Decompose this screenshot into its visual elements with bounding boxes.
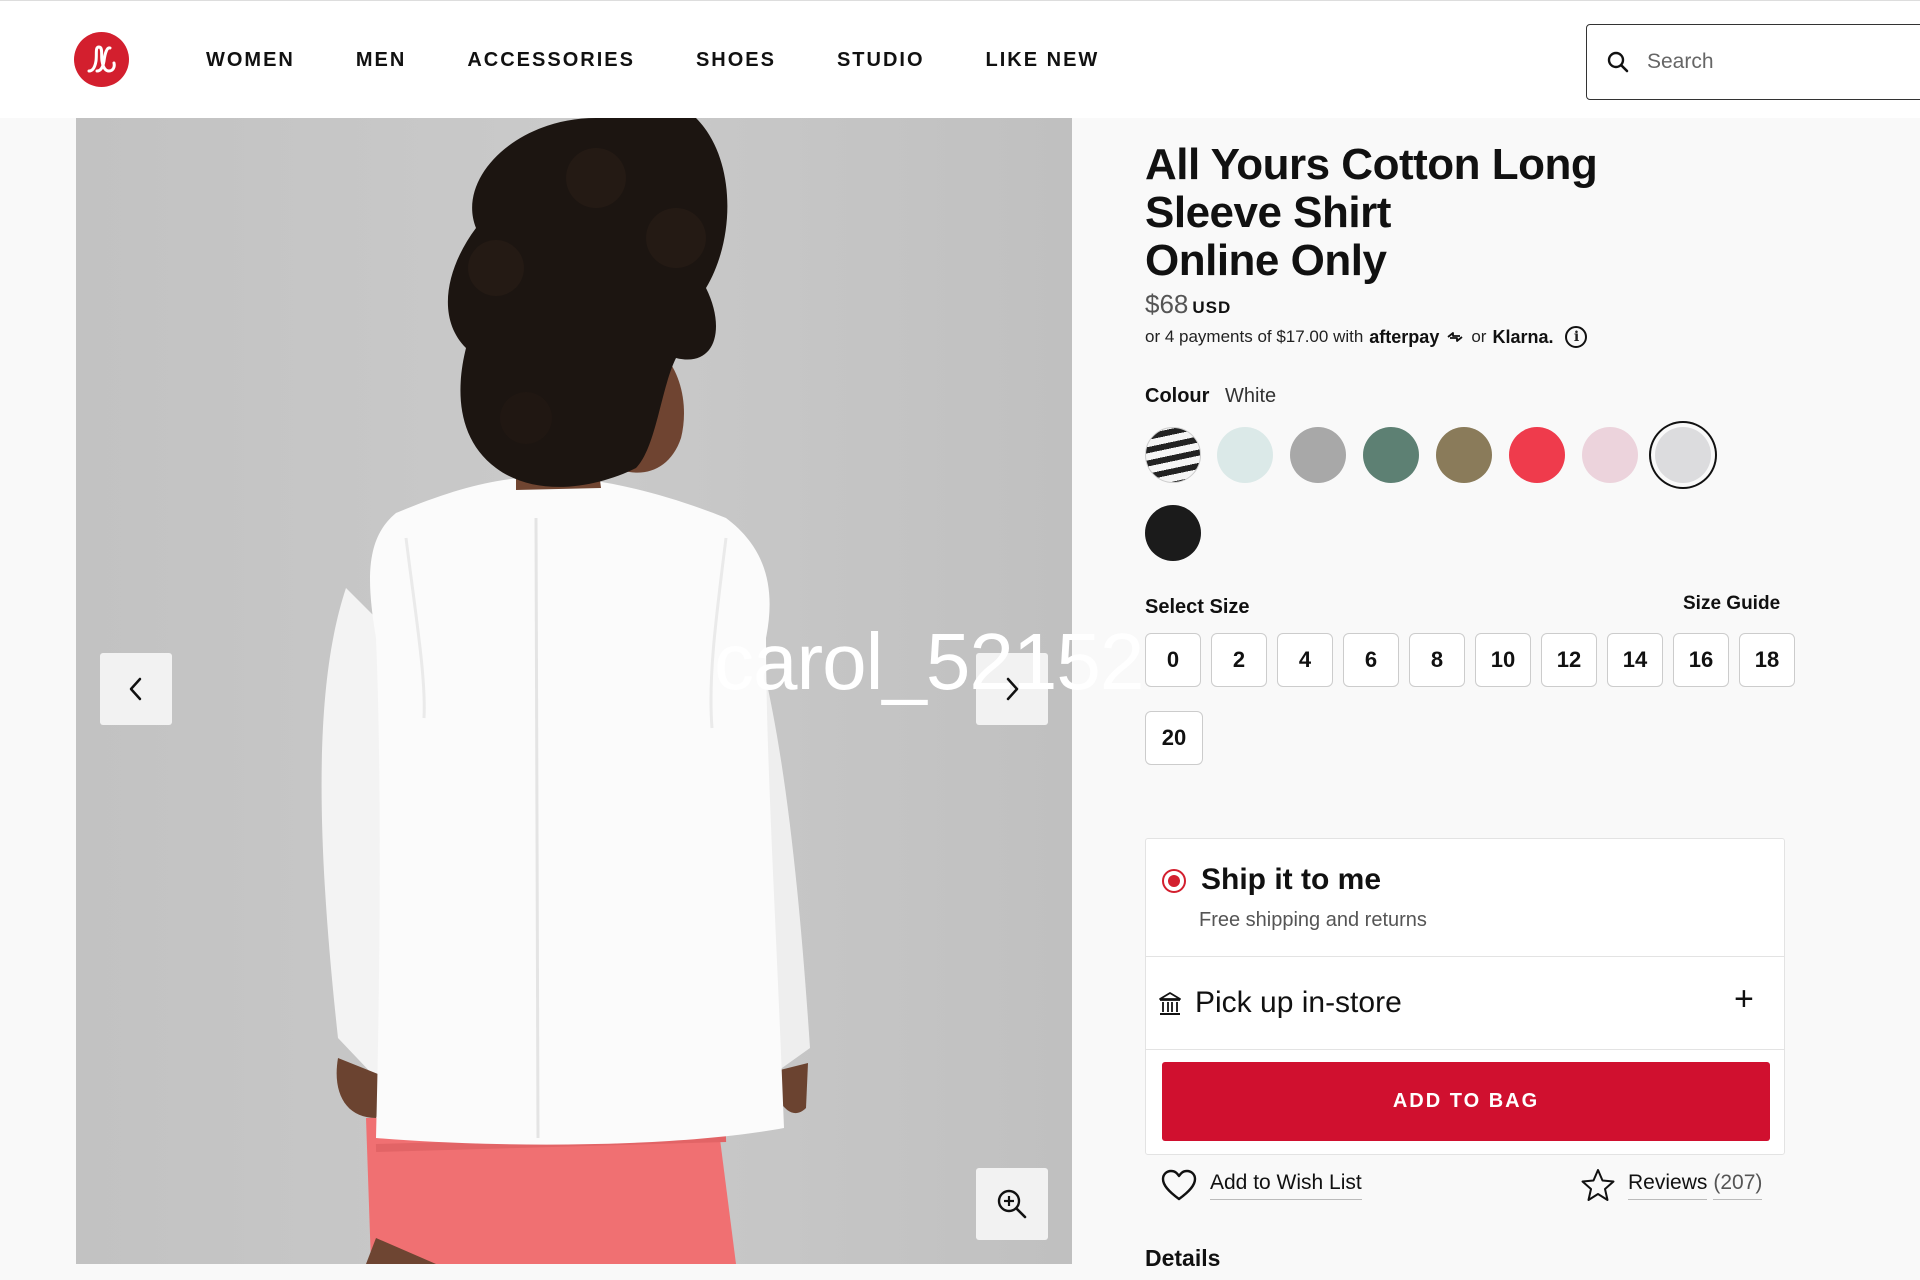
nav-women[interactable]: WOMEN: [206, 49, 295, 72]
search-input[interactable]: [1647, 50, 1907, 74]
installment-or: or: [1471, 327, 1487, 346]
nav-men[interactable]: MEN: [356, 49, 406, 72]
ship-title: Ship it to me: [1201, 863, 1381, 896]
klarna-logo: Klarna.: [1492, 326, 1554, 347]
size-option[interactable]: 4: [1277, 633, 1333, 687]
product-title-line: Sleeve Shirt: [1145, 188, 1391, 237]
swatch-light-aqua[interactable]: [1217, 427, 1273, 483]
nav-shoes[interactable]: SHOES: [696, 49, 776, 72]
price-amount: $68: [1145, 289, 1189, 319]
reviews-count: (207): [1713, 1171, 1763, 1200]
info-icon[interactable]: i: [1565, 326, 1588, 348]
product-image-gallery: [76, 118, 1072, 1264]
fulfillment-card: Ship it to me Free shipping and returns …: [1145, 838, 1785, 1155]
ship-subtitle: Free shipping and returns: [1199, 909, 1427, 931]
main-nav: WOMEN MEN ACCESSORIES SHOES STUDIO LIKE …: [206, 49, 1160, 72]
size-option[interactable]: 10: [1475, 633, 1531, 687]
expand-plus-icon[interactable]: +: [1734, 980, 1754, 1019]
select-size-label: Select Size: [1145, 596, 1250, 618]
afterpay-loop-icon: [1447, 332, 1463, 342]
colour-label: Colour: [1145, 385, 1210, 407]
product-title-line: All Yours Cotton Long: [1145, 140, 1598, 189]
search-icon[interactable]: [1605, 49, 1631, 75]
zoom-in-icon: [997, 1189, 1027, 1219]
size-option[interactable]: 12: [1541, 633, 1597, 687]
installment-info: or 4 payments of $17.00 with afterpay or…: [1145, 326, 1588, 348]
star-icon: [1581, 1169, 1615, 1201]
colour-value: White: [1225, 385, 1277, 407]
afterpay-logo: afterpay: [1369, 326, 1440, 347]
size-option[interactable]: 8: [1409, 633, 1465, 687]
size-guide-link[interactable]: Size Guide: [1683, 593, 1780, 615]
reviews-link[interactable]: Reviews (207): [1580, 1168, 1763, 1202]
size-option[interactable]: 20: [1145, 711, 1203, 765]
site-header: WOMEN MEN ACCESSORIES SHOES STUDIO LIKE …: [0, 0, 1920, 118]
swatch-stripe[interactable]: [1145, 427, 1201, 483]
zoom-button[interactable]: [976, 1168, 1048, 1240]
swatch-heathered-grey[interactable]: [1290, 427, 1346, 483]
lululemon-logo[interactable]: [74, 32, 129, 87]
add-to-bag-button[interactable]: ADD TO BAG: [1162, 1062, 1770, 1141]
gallery-prev-button[interactable]: [100, 653, 172, 725]
size-option[interactable]: 18: [1739, 633, 1795, 687]
price-currency: USD: [1192, 298, 1232, 317]
size-option[interactable]: 6: [1343, 633, 1399, 687]
colour-selection: Colour White: [1145, 385, 1276, 408]
installment-text: or 4 payments of $17.00 with: [1145, 327, 1364, 346]
swatch-pink-mist[interactable]: [1582, 427, 1638, 483]
heart-icon: [1161, 1169, 1197, 1201]
pickup-option[interactable]: Pick up in-store +: [1146, 958, 1784, 1050]
swatch-olive[interactable]: [1436, 427, 1492, 483]
details-heading: Details: [1145, 1245, 1221, 1271]
product-price: $68 USD: [1145, 289, 1231, 320]
size-option[interactable]: 0: [1145, 633, 1201, 687]
swatch-white[interactable]: [1655, 427, 1711, 483]
nav-like-new[interactable]: LIKE NEW: [986, 49, 1100, 72]
product-title-line: Online Only: [1145, 236, 1387, 285]
size-option[interactable]: 2: [1211, 633, 1267, 687]
swatch-red[interactable]: [1509, 427, 1565, 483]
store-icon: [1159, 992, 1181, 1015]
add-to-wishlist[interactable]: Add to Wish List: [1160, 1168, 1362, 1202]
search-box: [1586, 24, 1920, 100]
product-photo: [76, 118, 1072, 1264]
wishlist-label: Add to Wish List: [1210, 1171, 1362, 1200]
nav-accessories[interactable]: ACCESSORIES: [467, 49, 635, 72]
size-option[interactable]: 16: [1673, 633, 1729, 687]
chevron-right-icon: [1006, 677, 1019, 701]
ship-option[interactable]: Ship it to me Free shipping and returns: [1146, 839, 1784, 957]
size-option[interactable]: 14: [1607, 633, 1663, 687]
ship-radio[interactable]: [1162, 869, 1186, 893]
pickup-label: Pick up in-store: [1195, 986, 1402, 1019]
product-title: All Yours Cotton Long Sleeve Shirt Onlin…: [1145, 141, 1665, 285]
chevron-left-icon: [129, 677, 142, 701]
reviews-label: Reviews: [1628, 1171, 1708, 1200]
swatch-sage-green[interactable]: [1363, 427, 1419, 483]
nav-studio[interactable]: STUDIO: [837, 49, 925, 72]
swatch-black[interactable]: [1145, 505, 1201, 561]
gallery-next-button[interactable]: [976, 653, 1048, 725]
